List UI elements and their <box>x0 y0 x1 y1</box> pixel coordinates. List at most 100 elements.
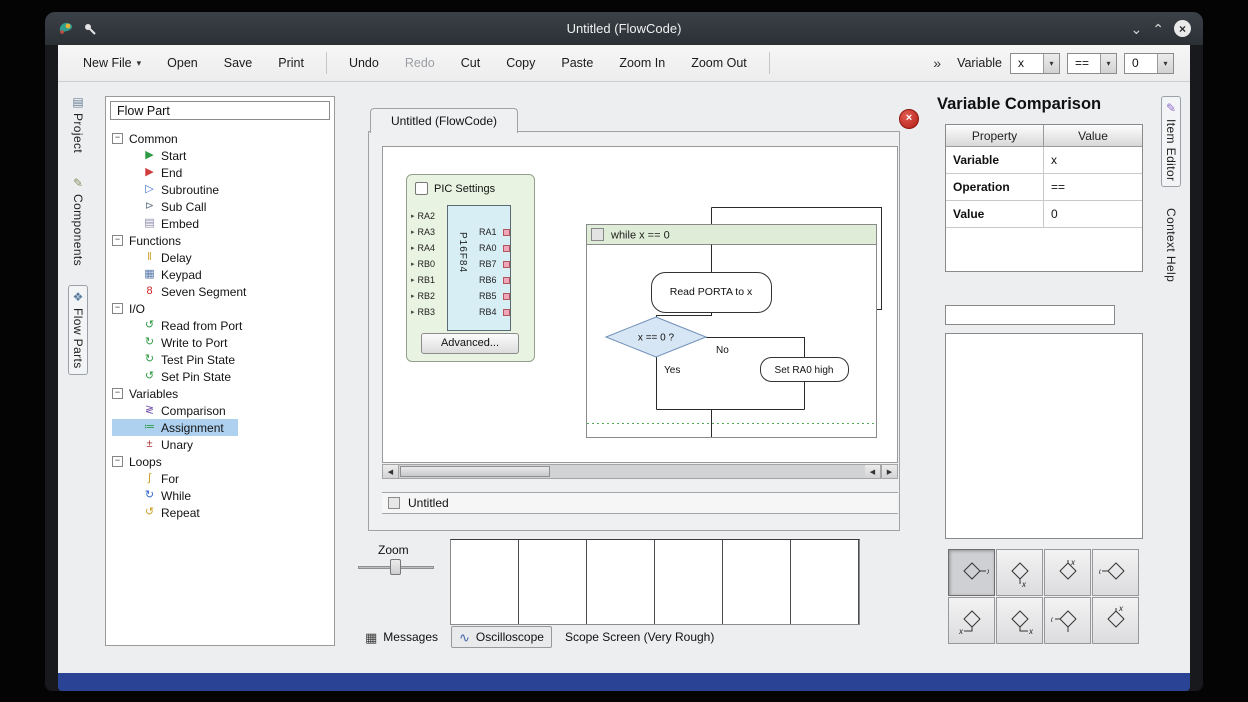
toolbar-button-copy[interactable]: Copy <box>493 50 548 76</box>
flow-part-while[interactable]: ↻While <box>112 487 205 504</box>
dropdown-arrow-icon[interactable]: ▾ <box>1100 54 1116 73</box>
flow-part-for[interactable]: ∫For <box>112 470 193 487</box>
toolbar-button-save[interactable]: Save <box>211 50 266 76</box>
flow-part-unary[interactable]: ±Unary <box>112 436 207 453</box>
left-tab-components[interactable]: ✎Components <box>69 172 87 271</box>
zoom-slider-handle[interactable] <box>390 559 401 575</box>
left-tab-project[interactable]: ▤Project <box>69 91 87 158</box>
comparison-option-6[interactable]: x <box>996 597 1043 644</box>
left-tab-flow-parts[interactable]: ❖Flow Parts <box>68 285 88 375</box>
right-tab-item-editor[interactable]: ✎Item Editor <box>1161 96 1181 187</box>
comparison-option-4[interactable]: x <box>1092 549 1139 596</box>
scroll-right-button[interactable]: ▶ <box>881 465 897 478</box>
column-header-property[interactable]: Property <box>946 125 1044 147</box>
item-label: For <box>161 472 179 486</box>
tree-group-functions[interactable]: −Functions <box>112 232 334 249</box>
property-value[interactable]: x <box>1044 147 1142 173</box>
window-maximize-button[interactable]: ⌃ <box>1152 22 1164 36</box>
property-row-variable[interactable]: Variablex <box>946 147 1142 174</box>
app-icon <box>57 21 75 37</box>
toolbar-button-undo[interactable]: Undo <box>336 50 392 76</box>
flow-part-start[interactable]: ▶Start <box>112 147 200 164</box>
flowchart-canvas[interactable]: PIC Settings P16F84 ▸RA2▸RA3▸RA4▸RB0▸RB1… <box>382 146 898 463</box>
close-document-button[interactable]: × <box>899 109 919 129</box>
flow-part-delay[interactable]: ‖Delay <box>112 249 206 266</box>
toolbar-button-print[interactable]: Print <box>265 50 317 76</box>
oscilloscope-icon: ∿ <box>459 631 470 644</box>
comparison-option-2[interactable]: x <box>996 549 1043 596</box>
tree-group-variables[interactable]: −Variables <box>112 385 334 402</box>
value-combo[interactable]: 0▾ <box>1124 53 1174 74</box>
expander-icon[interactable]: − <box>112 133 123 144</box>
tab-oscilloscope[interactable]: ∿Oscilloscope <box>451 626 552 648</box>
property-row-operation[interactable]: Operation== <box>946 174 1142 201</box>
flow-part-seven-segment[interactable]: 8Seven Segment <box>112 283 260 300</box>
toolbar-separator <box>326 52 327 74</box>
titlebar[interactable]: Untitled (FlowCode) ⌄ ⌃ × <box>45 12 1203 45</box>
flow-part-embed[interactable]: ▤Embed <box>112 215 213 232</box>
toolbar-overflow-button[interactable]: » <box>933 55 941 71</box>
flow-part-subroutine[interactable]: ▷Subroutine <box>112 181 233 198</box>
comparison-input[interactable] <box>945 305 1115 325</box>
flow-part-write-to-port[interactable]: ↻Write to Port <box>112 334 241 351</box>
tab-messages[interactable]: ▦Messages <box>358 626 445 648</box>
toolbar-button-new-file[interactable]: New File▾ <box>70 50 154 76</box>
comparison-option-1[interactable]: x <box>948 549 995 596</box>
window-close-button[interactable]: × <box>1174 20 1191 37</box>
flow-part-sub-call[interactable]: ⊳Sub Call <box>112 198 220 215</box>
tree-group-i-o[interactable]: −I/O <box>112 300 334 317</box>
flow-part-set-pin-state[interactable]: ↺Set Pin State <box>112 368 245 385</box>
flow-part-test-pin-state[interactable]: ↻Test Pin State <box>112 351 249 368</box>
variable-combo[interactable]: x▾ <box>1010 53 1060 74</box>
comparison-option-5[interactable]: x <box>948 597 995 644</box>
zoom-slider[interactable] <box>358 559 434 575</box>
tree-group-loops[interactable]: −Loops <box>112 453 334 470</box>
svg-text:x: x <box>1070 558 1076 567</box>
toolbar-button-cut[interactable]: Cut <box>448 50 493 76</box>
window-shade-button[interactable]: ⌄ <box>1131 22 1143 36</box>
svg-text:x: x <box>1028 627 1034 636</box>
pin-icon[interactable] <box>83 22 97 36</box>
toolbar-button-open[interactable]: Open <box>154 50 211 76</box>
flow-part-keypad[interactable]: ▦Keypad <box>112 266 216 283</box>
window-bottom-bar <box>58 673 1190 691</box>
column-header-value[interactable]: Value <box>1044 125 1142 147</box>
dropdown-arrow-icon[interactable]: ▾ <box>1157 54 1173 73</box>
expander-icon[interactable]: − <box>112 235 123 246</box>
flow-part-read-from-port[interactable]: ↺Read from Port <box>112 317 256 334</box>
comparison-option-3[interactable]: x <box>1044 549 1091 596</box>
scrollbar-track[interactable] <box>399 465 865 478</box>
scrollbar-thumb[interactable] <box>400 466 550 477</box>
expander-icon[interactable]: − <box>112 388 123 399</box>
toolbar-button-paste[interactable]: Paste <box>548 50 606 76</box>
toolbar-button-label: Copy <box>506 56 535 70</box>
property-value[interactable]: == <box>1044 174 1142 200</box>
svg-text:x: x <box>1021 580 1027 588</box>
property-row-value[interactable]: Value0 <box>946 201 1142 228</box>
toolbar-button-zoom-out[interactable]: Zoom Out <box>678 50 760 76</box>
flow-part-selector[interactable]: Flow Part <box>110 101 330 120</box>
dropdown-arrow-icon[interactable]: ▾ <box>1043 54 1059 73</box>
comparison-list[interactable] <box>945 333 1143 539</box>
right-tab-context-help[interactable]: Context Help <box>1162 203 1180 287</box>
flow-part-end[interactable]: ▶End <box>112 164 196 181</box>
horizontal-scrollbar[interactable]: ◀ ◀ ▶ <box>382 464 898 479</box>
document-tab-label: Untitled (FlowCode) <box>391 114 497 128</box>
comparison-option-7[interactable]: x <box>1044 597 1091 644</box>
expander-icon[interactable]: − <box>112 456 123 467</box>
flowchart-caption-bar[interactable]: Untitled <box>382 492 898 514</box>
flow-part-repeat[interactable]: ↺Repeat <box>112 504 214 521</box>
flow-part-comparison[interactable]: ≷Comparison <box>112 402 240 419</box>
flow-part-assignment[interactable]: ≔Assignment <box>112 419 238 436</box>
operator-combo[interactable]: ==▾ <box>1067 53 1117 74</box>
scroll-left-button-right[interactable]: ◀ <box>865 465 881 478</box>
toolbar-button-zoom-in[interactable]: Zoom In <box>606 50 678 76</box>
tree-group-common[interactable]: −Common <box>112 130 334 147</box>
comparison-option-8[interactable]: x <box>1092 597 1139 644</box>
tab-scope-screen-very-rough[interactable]: Scope Screen (Very Rough) <box>558 626 721 648</box>
expander-icon[interactable]: − <box>112 303 123 314</box>
scroll-left-button[interactable]: ◀ <box>383 465 399 478</box>
property-value[interactable]: 0 <box>1044 201 1142 227</box>
toolbar-button-redo[interactable]: Redo <box>392 50 448 76</box>
document-tab[interactable]: Untitled (FlowCode) <box>370 108 518 133</box>
